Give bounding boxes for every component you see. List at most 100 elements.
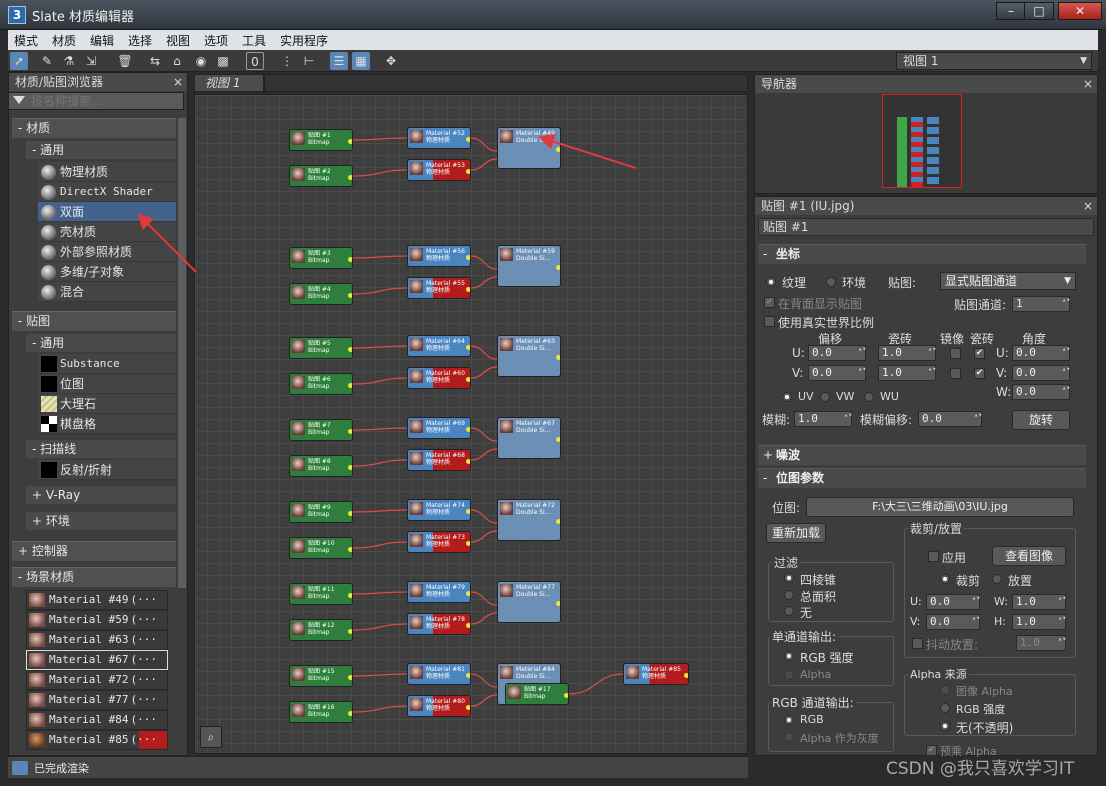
crop-radio[interactable] [940, 574, 950, 584]
nav-double-mark [927, 147, 939, 154]
rollout-coordinates[interactable]: - 坐标 [758, 244, 1086, 264]
u-angle-spinner[interactable]: 0.0 [1012, 345, 1070, 361]
blur-offset-spinner[interactable]: 0.0 [918, 411, 982, 427]
image-alpha-label: 图像 Alpha [956, 685, 1013, 698]
reload-button[interactable]: 重新加载 [766, 523, 826, 543]
u-tiling-spinner[interactable]: 1.0 [878, 345, 936, 361]
view-image-button[interactable]: 查看图像 [992, 546, 1066, 566]
vw-radio[interactable] [820, 392, 830, 402]
v-tile-checkbox[interactable]: ✔ [974, 368, 985, 379]
pyramidal-radio[interactable] [784, 573, 794, 583]
crop-h-spinner[interactable]: 1.0 [1012, 614, 1066, 630]
crop-group-title: 裁剪/放置 [908, 520, 965, 537]
apply-crop-checkbox[interactable] [928, 551, 939, 562]
rgb-int2-label: RGB 强度 [956, 703, 1006, 716]
uv-radio[interactable] [782, 392, 792, 402]
mapping-label: 贴图: [888, 276, 917, 290]
texture-radio[interactable] [766, 277, 776, 287]
show-back-label: 在背面显示贴图 [778, 297, 863, 311]
blur-label: 模糊: [762, 413, 791, 427]
rgb-label: RGB [800, 713, 824, 726]
none-radio[interactable] [784, 606, 794, 616]
crop-u-spinner[interactable]: 0.0 [926, 594, 980, 610]
opaque-label: 无(不透明) [956, 721, 1014, 735]
mono-output-title: 单通道输出: [770, 628, 839, 645]
nav-double-mark [927, 117, 939, 124]
nav-material-mark [911, 182, 923, 187]
nav-double-mark [927, 127, 939, 134]
show-back-checkbox[interactable]: ✔ [764, 297, 775, 308]
pyramidal-label: 四棱锥 [800, 573, 837, 587]
navigator-viewport[interactable] [882, 94, 962, 188]
rgb-intensity-radio[interactable] [784, 651, 794, 661]
real-world-checkbox[interactable] [764, 316, 775, 327]
u-label: U: [792, 346, 805, 360]
rollout-toggle-icon: - [763, 247, 768, 261]
opaque-radio[interactable] [940, 721, 950, 731]
none-label: 无 [800, 606, 813, 620]
wu-radio[interactable] [864, 392, 874, 402]
crop-w-spinner[interactable]: 1.0 [1012, 594, 1066, 610]
crop-h-label: H: [994, 615, 1006, 628]
rollout-label: 噪波 [776, 448, 801, 462]
place-label: 放置 [1008, 574, 1033, 588]
map-name-field[interactable]: 贴图 #1 [758, 218, 1094, 236]
crop-v-label: V: [910, 615, 921, 628]
bitmap-path-button[interactable]: F:\大三\三维动画\03\IU.jpg [806, 497, 1074, 517]
uv-label: UV [798, 390, 814, 403]
nav-bitmap-mark [897, 182, 907, 187]
v-mirror-checkbox[interactable] [950, 368, 961, 379]
environ-label: 环境 [842, 276, 867, 290]
summed-label: 总面积 [800, 590, 837, 604]
jitter-spinner[interactable]: 1.0 [1016, 635, 1066, 651]
rotate-button[interactable]: 旋转 [1012, 410, 1070, 430]
image-alpha-radio[interactable] [940, 685, 950, 695]
map-channel-spinner[interactable]: 1 [1012, 296, 1070, 312]
v-tiling-spinner[interactable]: 1.0 [878, 365, 936, 381]
real-world-label: 使用真实世界比例 [778, 316, 875, 330]
jitter-checkbox[interactable] [912, 638, 923, 649]
rgb-radio[interactable] [784, 715, 794, 725]
mapping-select[interactable]: 显式贴图通道 ▼ [940, 272, 1076, 290]
tile-header: 瓷砖 [970, 332, 995, 346]
rollout-bitmap-params[interactable]: - 位图参数 [758, 468, 1086, 488]
texture-label: 纹理 [782, 276, 807, 290]
rollout-noise[interactable]: + 噪波 [758, 445, 1086, 465]
jitter-label: 抖动放置: [926, 638, 979, 652]
map-channel-label: 贴图通道: [954, 298, 1007, 312]
u-offset-spinner[interactable]: 0.0 [808, 345, 866, 361]
crop-w-label: W: [994, 595, 1008, 608]
navigator-title-text: 导航器 [761, 77, 798, 91]
rollout-toggle-icon: - [763, 471, 768, 485]
rgb-output-title: RGB 通道输出: [770, 694, 856, 711]
mapping-value: 显式贴图通道 [945, 274, 1018, 288]
place-radio[interactable] [992, 574, 1002, 584]
u-tile-checkbox[interactable]: ✔ [974, 348, 985, 359]
annotation-arrow [137, 213, 197, 273]
environ-radio[interactable] [826, 277, 836, 287]
close-icon[interactable]: × [1083, 197, 1093, 215]
chevron-down-icon: ▼ [1064, 276, 1071, 286]
mirror-header: 镜像 [940, 332, 965, 346]
u-mirror-checkbox[interactable] [950, 348, 961, 359]
blur-spinner[interactable]: 1.0 [794, 411, 852, 427]
nav-double-mark [927, 177, 939, 184]
bitmap-path-label: 位图: [772, 501, 801, 515]
params-title-text: 贴图 #1 (IU.jpg) [761, 199, 855, 213]
alpha-label: Alpha [800, 668, 832, 681]
alpha-gray-radio[interactable] [784, 732, 794, 742]
summed-radio[interactable] [784, 590, 794, 600]
rgb-int2-radio[interactable] [940, 703, 950, 713]
w-angle-spinner[interactable]: 0.0 [1012, 384, 1070, 400]
close-icon[interactable]: × [1083, 75, 1093, 93]
rollout-label: 坐标 [776, 247, 801, 261]
vw-label: VW [836, 390, 855, 403]
nav-double-mark [927, 157, 939, 164]
v-angle-spinner[interactable]: 0.0 [1012, 365, 1070, 381]
crop-v-spinner[interactable]: 0.0 [926, 614, 980, 630]
alpha-radio[interactable] [784, 670, 794, 680]
v-offset-spinner[interactable]: 0.0 [808, 365, 866, 381]
v-label: V: [792, 366, 804, 380]
navigator-title: 导航器 × [755, 75, 1097, 93]
alpha-gray-label: Alpha 作为灰度 [800, 732, 879, 745]
